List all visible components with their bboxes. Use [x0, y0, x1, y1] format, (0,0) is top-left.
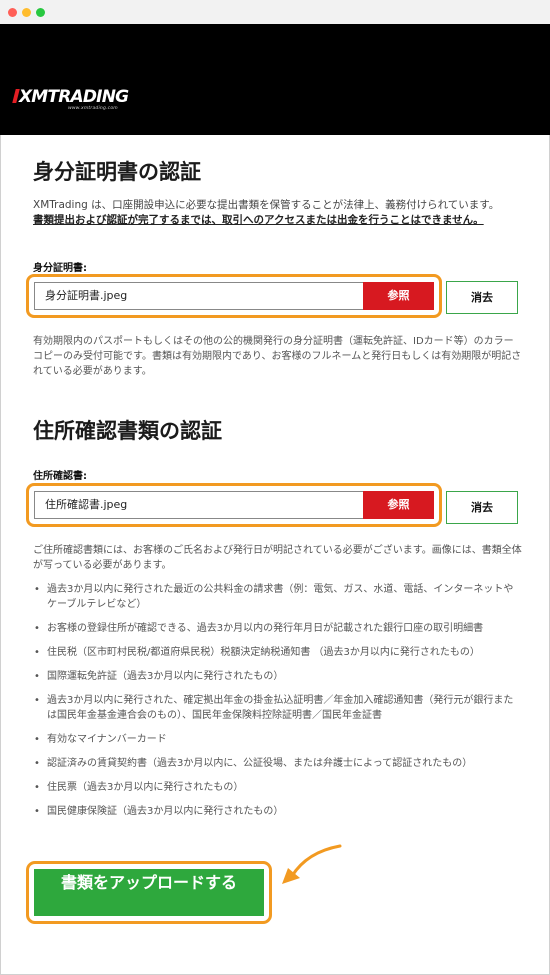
- site-header: XMTRADING www.xmtrading.com: [0, 24, 550, 135]
- address-clear-button[interactable]: 消去: [446, 491, 518, 524]
- identity-section-title: 身分証明書の認証: [33, 160, 201, 184]
- minimize-window-icon[interactable]: [22, 8, 31, 17]
- identity-file-input[interactable]: 身分証明書.jpeg: [34, 282, 364, 310]
- address-file-input[interactable]: 住所確認書.jpeg: [34, 491, 364, 519]
- list-item: 認証済みの賃貸契約書（過去3か月以内に、公証役場、または弁護士によって認証された…: [33, 756, 523, 771]
- list-item: 国際運転免許証（過去3か月以内に発行されたもの）: [33, 669, 523, 684]
- window-titlebar: [0, 0, 550, 24]
- list-item: お客様の登録住所が確認できる、過去3か月以内の発行年月日が記載された銀行口座の取…: [33, 621, 523, 636]
- list-item: 住民税（区市町村民税/都道府県民税）税額決定納税通知書 （過去3か月以内に発行さ…: [33, 645, 523, 660]
- intro-emphasis-text: 書類提出および認証が完了するまでは、取引へのアクセスまたは出金を行うことはできま…: [33, 214, 484, 226]
- list-item: 過去3か月以内に発行された最近の公共料金の請求書（例：電気、ガス、水道、電話、イ…: [33, 582, 523, 612]
- identity-field-label: 身分証明書:: [33, 263, 87, 274]
- list-item: 住民票（過去3か月以内に発行されたもの）: [33, 780, 523, 795]
- upload-documents-button[interactable]: 書類をアップロードする: [34, 869, 264, 916]
- list-item: 有効なマイナンバーカード: [33, 732, 523, 747]
- identity-requirements-note: 有効期限内のパスポートもしくはその他の公的機関発行の身分証明書（運転免許証、ID…: [33, 336, 522, 377]
- close-window-icon[interactable]: [8, 8, 17, 17]
- logo-url: www.xmtrading.com: [68, 106, 118, 111]
- xmtrading-logo[interactable]: XMTRADING: [12, 88, 129, 106]
- submit-highlight: 書類をアップロードする: [26, 861, 272, 924]
- identity-clear-button[interactable]: 消去: [446, 281, 518, 314]
- identity-browse-button[interactable]: 参照: [363, 282, 434, 310]
- address-section-title: 住所確認書類の認証: [33, 419, 222, 443]
- list-item: 国民健康保険証（過去3か月以内に発行されたもの）: [33, 804, 523, 819]
- address-requirements-note: ご住所確認書類には、お客様のご氏名および発行日が明記されている必要がございます。…: [33, 545, 522, 571]
- address-upload-highlight: 住所確認書.jpeg 参照: [26, 483, 442, 527]
- list-item: 過去3か月以内に発行された、確定拠出年金の掛金払込証明書／年金加入確認通知書（発…: [33, 693, 523, 723]
- address-document-list: 過去3か月以内に発行された最近の公共料金の請求書（例：電気、ガス、水道、電話、イ…: [33, 582, 523, 828]
- address-field-label: 住所確認書:: [33, 471, 87, 482]
- address-browse-button[interactable]: 参照: [363, 491, 434, 519]
- intro-text: XMTrading は、口座開設申込に必要な提出書類を保管することが法律上、義務…: [33, 198, 523, 228]
- identity-upload-highlight: 身分証明書.jpeg 参照: [26, 274, 442, 318]
- maximize-window-icon[interactable]: [36, 8, 45, 17]
- pointer-arrow-icon: [282, 844, 342, 884]
- intro-plain-text: XMTrading は、口座開設申込に必要な提出書類を保管することが法律上、義務…: [33, 199, 500, 211]
